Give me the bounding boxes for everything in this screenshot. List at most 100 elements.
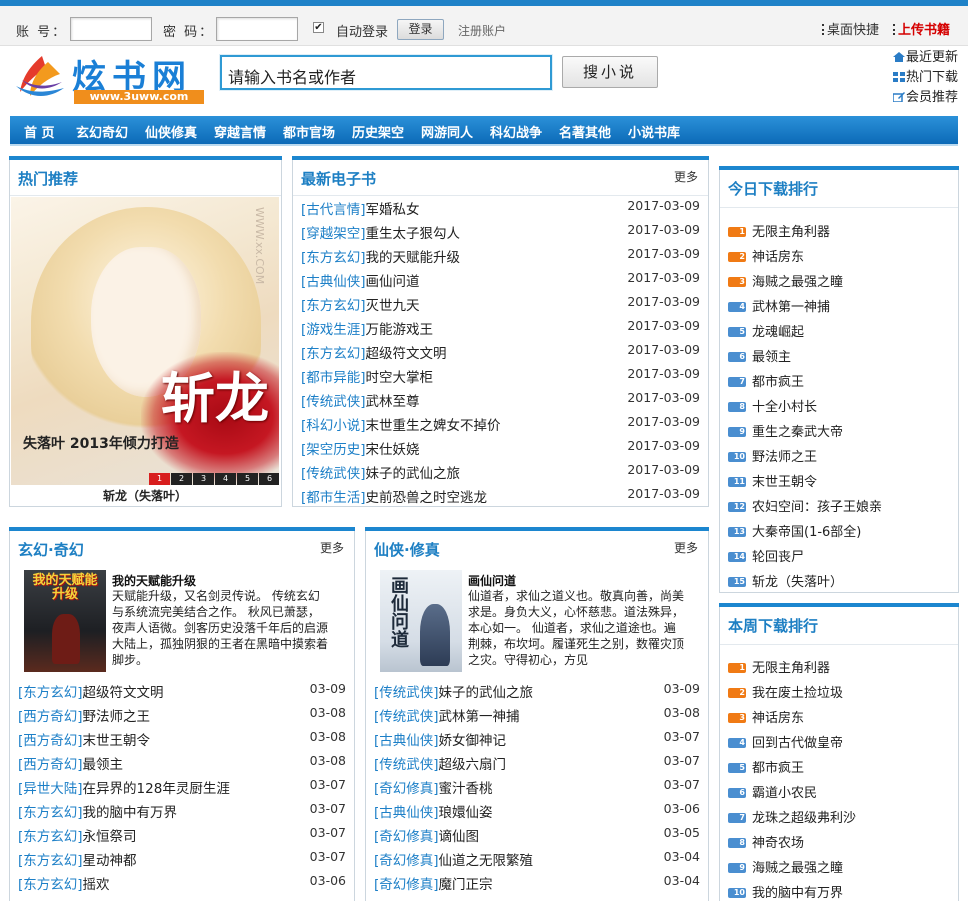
rank-item[interactable]: 5 都市疯王	[728, 757, 804, 777]
pager-dot[interactable]: 2	[171, 473, 192, 485]
list-item[interactable]: [架空历史]宋仕妖娆 2017-03-09	[301, 438, 700, 462]
upload-book-link[interactable]: 上传书籍	[893, 19, 950, 38]
rank-item[interactable]: 6 最领主	[728, 346, 791, 366]
rank-item-title[interactable]: 野法师之王	[752, 450, 817, 465]
list-item-category[interactable]: [传统武侠]	[301, 466, 366, 482]
list-item[interactable]: [异世大陆]在异界的128年灵厨生涯 03-07	[18, 777, 346, 801]
list-item[interactable]: [东方玄幻]摇欢 03-06	[18, 873, 346, 897]
rank-item[interactable]: 15 斩龙（失落叶）	[728, 571, 843, 591]
list-item-category[interactable]: [奇幻修真]	[374, 829, 439, 845]
rank-item[interactable]: 10 我的脑中有万界	[728, 882, 843, 901]
rank-item[interactable]: 3 海贼之最强之瞳	[728, 271, 843, 291]
list-item-title[interactable]: 军婚私女	[366, 202, 420, 218]
list-item[interactable]: [游戏生涯]万能游戏王 2017-03-09	[301, 318, 700, 342]
list-item-category[interactable]: [古典仙侠]	[374, 805, 439, 821]
list-item-title[interactable]: 永恒祭司	[83, 829, 137, 845]
rank-item[interactable]: 6 霸道小农民	[728, 782, 817, 802]
list-item-category[interactable]: [东方玄幻]	[18, 853, 83, 869]
list-item-category[interactable]: [东方玄幻]	[301, 298, 366, 314]
list-item-title[interactable]: 谪仙图	[439, 829, 480, 845]
list-item-title[interactable]: 史前恐兽之时空逃龙	[366, 490, 488, 506]
list-item-title[interactable]: 魔门正宗	[439, 877, 493, 893]
rank-item-title[interactable]: 武林第一神捕	[752, 300, 830, 315]
list-item-category[interactable]: [传统武侠]	[374, 709, 439, 725]
xianxia-more-link[interactable]: 更多	[674, 539, 698, 556]
rank-item[interactable]: 8 神奇农场	[728, 832, 804, 852]
list-item-category[interactable]: [都市生活]	[301, 490, 366, 506]
hot-downloads-link[interactable]: 热门下载	[892, 66, 958, 85]
list-item[interactable]: [都市生活]史前恐兽之时空逃龙 2017-03-09	[301, 486, 700, 510]
xianxia-feature-cover[interactable]: 画仙问道	[380, 570, 462, 672]
list-item[interactable]: [古典仙侠]娇女御神记 03-07	[374, 729, 700, 753]
list-item-category[interactable]: [架空历史]	[301, 442, 366, 458]
list-item-category[interactable]: [东方玄幻]	[301, 346, 366, 362]
search-input[interactable]: 请输入书名或作者	[220, 55, 552, 90]
rank-item-title[interactable]: 轮回丧尸	[752, 550, 804, 565]
member-recommend-link[interactable]: 会员推荐	[892, 86, 958, 105]
password-input[interactable]	[216, 17, 298, 41]
rank-item[interactable]: 12 农妇空间：孩子王娘亲	[728, 496, 882, 516]
list-item[interactable]: [西方奇幻]最领主 03-08	[18, 753, 346, 777]
list-item[interactable]: [奇幻修真]蜜汁香桃 03-07	[374, 777, 700, 801]
list-item-title[interactable]: 最领主	[83, 757, 124, 773]
list-item[interactable]: [传统武侠]武林至尊 2017-03-09	[301, 390, 700, 414]
list-item-category[interactable]: [古代言情]	[301, 202, 366, 218]
xuanhuan-feature-cover[interactable]: 我的天赋能升级	[24, 570, 106, 672]
rank-item[interactable]: 4 武林第一神捕	[728, 296, 830, 316]
rank-item[interactable]: 5 龙魂崛起	[728, 321, 804, 341]
pager-dot[interactable]: 6	[259, 473, 279, 485]
hot-book-cover[interactable]: 斩龙 失落叶 2013年倾力打造 WWW.xx.COM 1 2 3 4 5 6	[11, 197, 279, 485]
list-item[interactable]: [都市异能]时空大掌柜 2017-03-09	[301, 366, 700, 390]
list-item-category[interactable]: [东方玄幻]	[18, 877, 83, 893]
list-item-title[interactable]: 野法师之王	[83, 709, 151, 725]
list-item-title[interactable]: 娇女御神记	[439, 733, 507, 749]
list-item-category[interactable]: [都市异能]	[301, 370, 366, 386]
rank-item[interactable]: 13 大秦帝国(1-6部全)	[728, 521, 861, 541]
list-item-title[interactable]: 摇欢	[83, 877, 110, 893]
nav-home[interactable]: 首 页	[24, 122, 55, 141]
pager-dot[interactable]: 4	[215, 473, 236, 485]
rank-item-title[interactable]: 回到古代做皇帝	[752, 736, 843, 751]
list-item-title[interactable]: 灭世九天	[366, 298, 420, 314]
rank-item[interactable]: 14 轮回丧尸	[728, 546, 804, 566]
rank-item-title[interactable]: 重生之秦武大帝	[752, 425, 843, 440]
list-item-title[interactable]: 蜜汁香桃	[439, 781, 493, 797]
nav-library[interactable]: 小说书库	[628, 122, 680, 141]
rank-item-title[interactable]: 龙魂崛起	[752, 325, 804, 340]
pager-dot[interactable]: 5	[237, 473, 258, 485]
nav-mingzhu[interactable]: 名著其他	[559, 122, 611, 141]
account-input[interactable]	[70, 17, 152, 41]
desktop-shortcut-link[interactable]: 桌面快捷	[822, 19, 879, 38]
list-item-title[interactable]: 超级符文文明	[83, 685, 164, 701]
list-item-category[interactable]: [奇幻修真]	[374, 781, 439, 797]
rank-item[interactable]: 2 神话房东	[728, 246, 804, 266]
rank-item[interactable]: 7 龙珠之超级弗利沙	[728, 807, 856, 827]
register-link[interactable]: 注册账户	[458, 22, 506, 39]
rank-item-title[interactable]: 我的脑中有万界	[752, 886, 843, 901]
list-item[interactable]: [西方奇幻]野法师之王 03-08	[18, 705, 346, 729]
list-item[interactable]: [科幻小说]末世重生之婢女不掉价 2017-03-09	[301, 414, 700, 438]
auto-login-checkbox[interactable]: ✔	[313, 22, 324, 33]
list-item[interactable]: [东方玄幻]超级符文文明 03-09	[18, 681, 346, 705]
list-item[interactable]: [奇幻修真]谪仙图 03-05	[374, 825, 700, 849]
list-item[interactable]: [奇幻修真]仙道之无限繁殖 03-04	[374, 849, 700, 873]
rank-item-title[interactable]: 神话房东	[752, 250, 804, 265]
list-item-title[interactable]: 武林第一神捕	[439, 709, 520, 725]
list-item-title[interactable]: 重生太子狠勾人	[366, 226, 461, 242]
rank-item-title[interactable]: 都市疯王	[752, 761, 804, 776]
rank-item-title[interactable]: 神话房东	[752, 711, 804, 726]
nav-chuanyue[interactable]: 穿越言情	[214, 122, 266, 141]
list-item[interactable]: [古代言情]军婚私女 2017-03-09	[301, 198, 700, 222]
list-item[interactable]: [西方奇幻]末世王朝令 03-08	[18, 729, 346, 753]
list-item-title[interactable]: 画仙问道	[366, 274, 420, 290]
rank-item-title[interactable]: 大秦帝国(1-6部全)	[752, 525, 861, 540]
list-item[interactable]: [奇幻修真]魔门正宗 03-04	[374, 873, 700, 897]
rank-item[interactable]: 2 我在废土捡垃圾	[728, 682, 843, 702]
list-item-category[interactable]: [异世大陆]	[18, 781, 83, 797]
list-item[interactable]: [东方玄幻]我的脑中有万界 03-07	[18, 801, 346, 825]
list-item-category[interactable]: [传统武侠]	[301, 394, 366, 410]
rank-item[interactable]: 9 重生之秦武大帝	[728, 421, 843, 441]
list-item[interactable]: [传统武侠]武林第一神捕 03-08	[374, 705, 700, 729]
rank-item[interactable]: 1 无限主角利器	[728, 221, 830, 241]
list-item[interactable]: [东方玄幻]永恒祭司 03-07	[18, 825, 346, 849]
